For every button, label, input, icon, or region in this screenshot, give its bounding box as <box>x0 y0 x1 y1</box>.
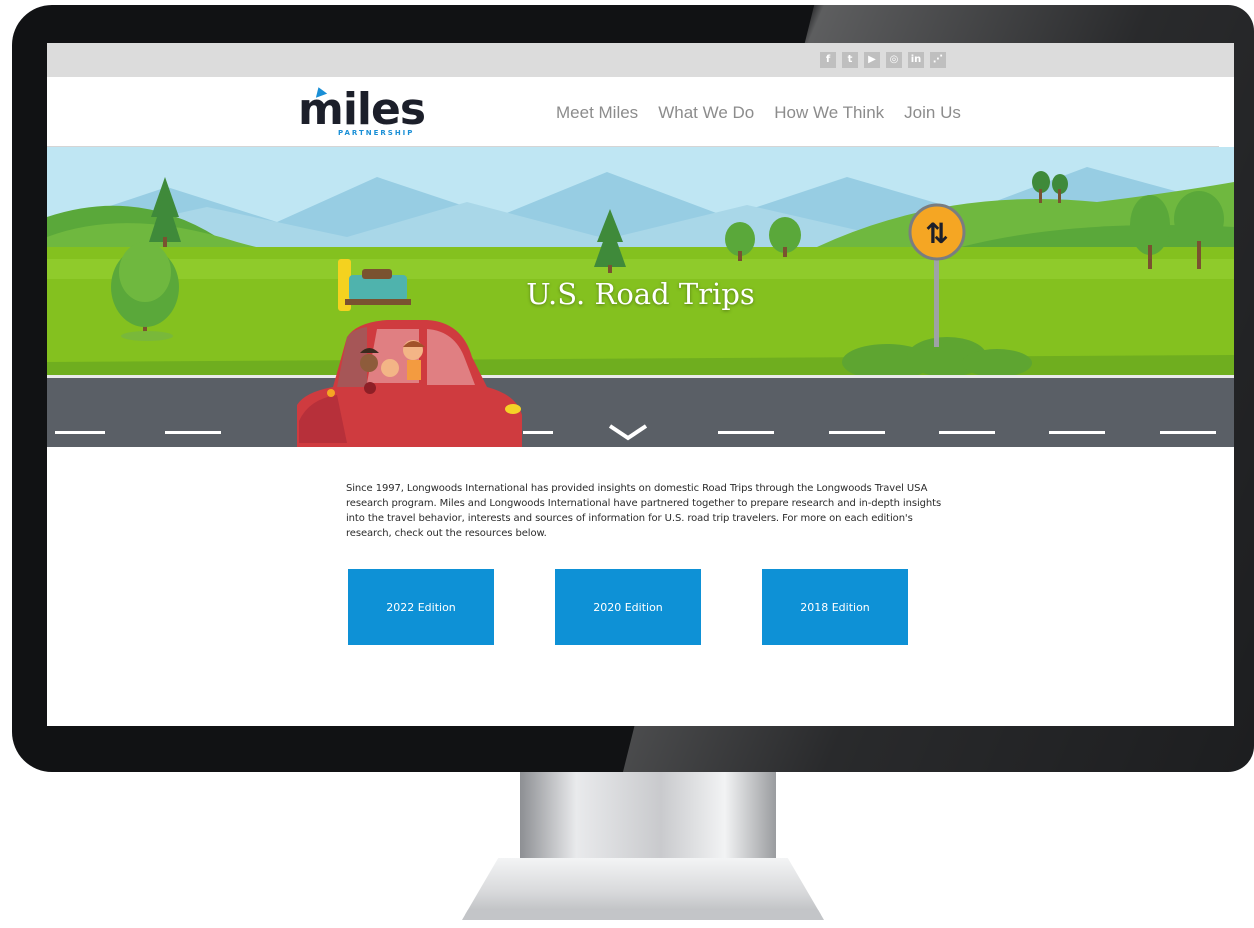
hero-title: U.S. Road Trips <box>526 277 755 311</box>
edition-2022-button[interactable]: 2022 Edition <box>348 569 494 645</box>
youtube-icon[interactable]: ▶ <box>864 52 880 68</box>
nav-join-us[interactable]: Join Us <box>904 103 961 123</box>
nav-how-we-think[interactable]: How We Think <box>774 103 884 123</box>
social-bar: f t ▶ ◎ in ⋰ <box>47 43 1234 77</box>
instagram-icon[interactable]: ◎ <box>886 52 902 68</box>
rss-icon[interactable]: ⋰ <box>930 52 946 68</box>
monitor-stand-neck <box>520 772 776 864</box>
monitor-bezel: f t ▶ ◎ in ⋰ miles PARTNERSHIP Meet Mile… <box>12 5 1254 772</box>
edition-2018-button[interactable]: 2018 Edition <box>762 569 908 645</box>
linkedin-icon[interactable]: in <box>908 52 924 68</box>
intro-paragraph: Since 1997, Longwoods International has … <box>346 483 942 539</box>
social-icons: f t ▶ ◎ in ⋰ <box>820 52 946 68</box>
logo-tagline: PARTNERSHIP <box>338 129 415 137</box>
edition-2020-button[interactable]: 2020 Edition <box>555 569 701 645</box>
hero-banner: ⇅ U.S. Road Trips <box>47 147 1234 447</box>
nav-meet-miles[interactable]: Meet Miles <box>556 103 638 123</box>
svg-text:⇅: ⇅ <box>925 217 948 250</box>
site-header: miles PARTNERSHIP Meet Miles What We Do … <box>47 77 1234 147</box>
main-nav: Meet Miles What We Do How We Think Join … <box>556 103 961 123</box>
logo-wordmark: miles <box>298 84 426 135</box>
facebook-icon[interactable]: f <box>820 52 836 68</box>
monitor-stand-base <box>462 858 824 920</box>
twitter-icon[interactable]: t <box>842 52 858 68</box>
miles-logo[interactable]: miles PARTNERSHIP <box>298 85 438 141</box>
website-screen: f t ▶ ◎ in ⋰ miles PARTNERSHIP Meet Mile… <box>47 43 1234 726</box>
nav-what-we-do[interactable]: What We Do <box>658 103 754 123</box>
